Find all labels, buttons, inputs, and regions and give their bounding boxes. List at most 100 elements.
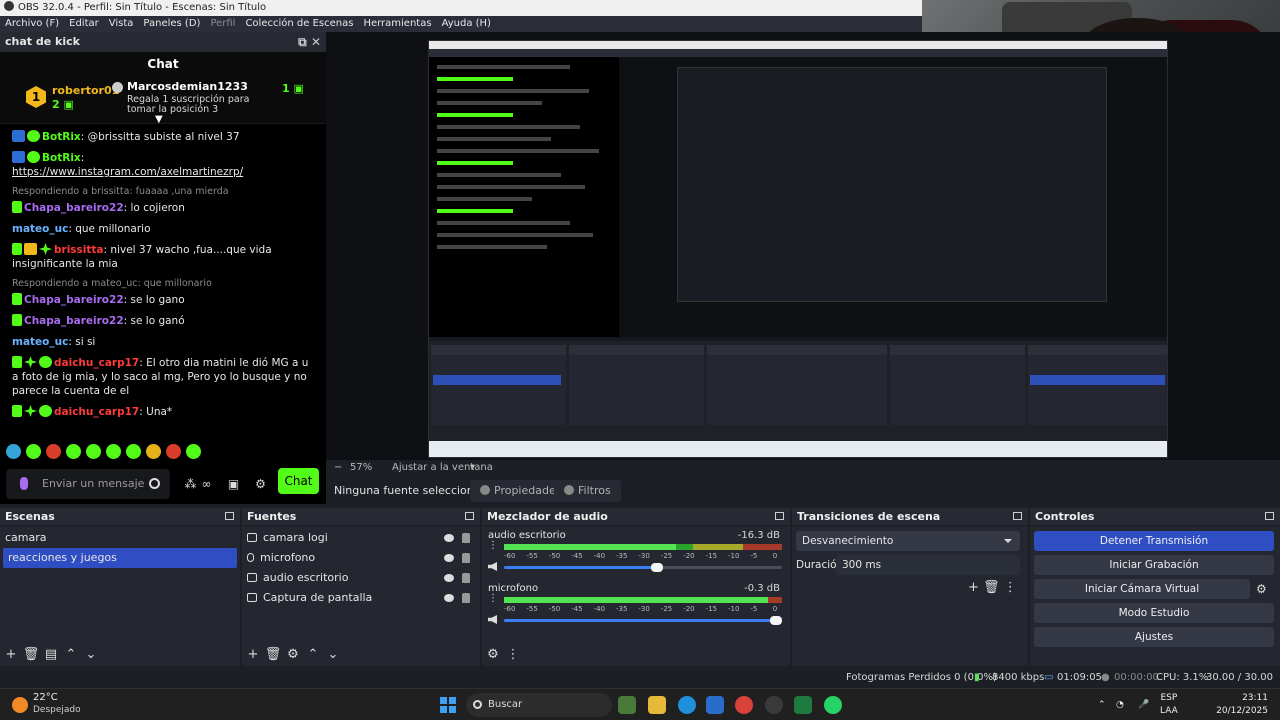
menu-ayuda[interactable]: Ayuda (H) <box>437 18 496 29</box>
emote-icon[interactable] <box>46 444 61 459</box>
menu-herramientas[interactable]: Herramientas <box>358 18 436 29</box>
edge-icon[interactable] <box>678 696 696 714</box>
emote-icon[interactable] <box>146 444 161 459</box>
volume-knob[interactable] <box>770 616 783 625</box>
emoji-icon[interactable] <box>149 478 160 489</box>
speaker-icon[interactable] <box>488 562 497 571</box>
undock-icon[interactable] <box>775 512 784 520</box>
emote-icon[interactable] <box>26 444 41 459</box>
eye-icon[interactable] <box>444 574 454 582</box>
gifter-name[interactable]: Marcosdemian1233 <box>127 80 248 93</box>
zoom-minus-icon[interactable]: − <box>334 460 342 476</box>
more-icon[interactable]: ⋮ <box>1004 580 1017 595</box>
lock-icon[interactable] <box>462 553 470 563</box>
eye-icon[interactable] <box>444 534 454 542</box>
lock-icon[interactable] <box>462 533 470 543</box>
menu-perfil[interactable]: Perfil <box>205 18 240 29</box>
chat-username[interactable]: mateo_uc <box>12 336 68 348</box>
lock-icon[interactable] <box>462 573 470 583</box>
volume-slider[interactable] <box>504 563 782 572</box>
weather-temp[interactable]: 22°C <box>33 692 58 703</box>
float-icon[interactable]: ⧉ <box>298 35 307 49</box>
chat-username[interactable]: mateo_uc <box>12 223 68 235</box>
filters-button[interactable]: Filtros <box>554 480 621 502</box>
start-recording-button[interactable]: Iniciar Grabación <box>1034 555 1274 575</box>
chat-send-button[interactable]: Chat <box>278 468 319 494</box>
down-icon[interactable]: ⌄ <box>324 644 342 666</box>
store-icon[interactable] <box>706 696 724 714</box>
scene-item-selected[interactable]: reacciones y juegos <box>3 548 237 568</box>
emote-icon[interactable] <box>6 444 21 459</box>
close-icon[interactable]: ✕ <box>311 35 321 49</box>
eye-icon[interactable] <box>444 594 454 602</box>
add-icon[interactable]: + <box>244 644 262 666</box>
channel-menu-icon[interactable]: ⋮ <box>488 594 498 604</box>
gear-icon[interactable]: ⚙ <box>1256 582 1267 596</box>
top-gifter-name[interactable]: robertor01 <box>52 84 119 97</box>
up-icon[interactable]: ⌃ <box>304 644 322 666</box>
obs-icon[interactable] <box>765 696 783 714</box>
transition-select[interactable]: Desvanecimiento <box>796 531 1020 551</box>
taskbar-search[interactable]: Buscar <box>466 693 612 717</box>
settings-button[interactable]: Ajustes <box>1034 627 1274 647</box>
tray-chevron-icon[interactable]: ⌃ <box>1098 689 1106 720</box>
infinity-icon[interactable]: ∞ <box>200 478 213 491</box>
source-item[interactable]: Captura de pantalla <box>242 588 480 608</box>
chat-username[interactable]: Chapa_bareiro22 <box>24 202 124 214</box>
chevron-down-icon[interactable]: ▾ <box>470 460 475 476</box>
undock-icon[interactable] <box>225 512 234 520</box>
volume-slider[interactable] <box>504 616 783 625</box>
emote-icon[interactable] <box>166 444 181 459</box>
speaker-icon[interactable] <box>488 615 497 624</box>
trash-icon[interactable]: 🗑 <box>22 644 40 666</box>
chat-username[interactable]: Chapa_bareiro22 <box>24 294 124 306</box>
weather-desc[interactable]: Despejado <box>33 705 81 715</box>
preview-area[interactable]: − 57% Ajustar a la ventana ▾ <box>326 32 1280 476</box>
emote-icon[interactable] <box>106 444 121 459</box>
trash-icon[interactable]: 🗑 <box>264 644 282 666</box>
folder-icon[interactable] <box>648 696 666 714</box>
menu-archivo[interactable]: Archivo (F) <box>0 18 64 29</box>
undock-icon[interactable] <box>465 512 474 520</box>
volume-knob[interactable] <box>650 563 663 572</box>
emote-icon[interactable] <box>186 444 201 459</box>
scene-item[interactable]: camara <box>0 528 240 548</box>
menu-editar[interactable]: Editar <box>64 18 104 29</box>
chat-input[interactable]: Enviar un mensaje <box>6 469 170 499</box>
emote-icon[interactable] <box>86 444 101 459</box>
mic-tray-icon[interactable]: 🎤 <box>1138 689 1149 720</box>
studio-mode-button[interactable]: Modo Estudio <box>1034 603 1274 623</box>
add-icon[interactable]: + <box>2 644 20 666</box>
advanced-audio-icon[interactable]: ⚙ <box>484 644 502 666</box>
gear-icon[interactable]: ⚙ <box>254 478 267 491</box>
menu-coleccion-escenas[interactable]: Colección de Escenas <box>240 18 358 29</box>
stop-streaming-button[interactable]: Detener Transmisión <box>1034 531 1274 551</box>
taskbar-clock[interactable]: 23:11 20/12/2025 <box>1196 692 1268 718</box>
more-icon[interactable]: ⋮ <box>504 644 522 666</box>
menu-paneles[interactable]: Paneles (D) <box>138 18 205 29</box>
duration-field[interactable]: 300 ms <box>836 555 1020 575</box>
start-virtual-camera-button[interactable]: Iniciar Cámara Virtual <box>1034 579 1250 599</box>
channel-menu-icon[interactable]: ⋮ <box>488 541 498 551</box>
chrome-icon[interactable] <box>735 696 753 714</box>
chat-username[interactable]: BotRix <box>42 152 81 164</box>
chat-username[interactable]: BotRix <box>42 131 81 143</box>
undock-icon[interactable] <box>1265 512 1274 520</box>
source-item[interactable]: camara logi <box>242 528 480 548</box>
excel-icon[interactable] <box>794 696 812 714</box>
chat-username[interactable]: daichu_carp17 <box>54 406 139 418</box>
down-icon[interactable]: ⌄ <box>82 644 100 666</box>
trash-icon[interactable]: 🗑 <box>983 580 1000 595</box>
menu-vista[interactable]: Vista <box>104 18 139 29</box>
eye-icon[interactable] <box>444 554 454 562</box>
network-icon[interactable]: ◔ <box>1116 689 1124 720</box>
source-item[interactable]: microfono <box>242 548 480 568</box>
filter-icon[interactable]: ▤ <box>42 644 60 666</box>
widget-icon[interactable] <box>618 696 636 714</box>
language-indicator[interactable]: ESP LAA <box>1160 692 1178 718</box>
emote-icon[interactable] <box>66 444 81 459</box>
mic-icon[interactable] <box>20 477 28 490</box>
chat-text[interactable]: https://www.instagram.com/axelmartinezrp… <box>12 166 243 178</box>
weather-icon[interactable] <box>12 697 28 713</box>
up-icon[interactable]: ⌃ <box>62 644 80 666</box>
